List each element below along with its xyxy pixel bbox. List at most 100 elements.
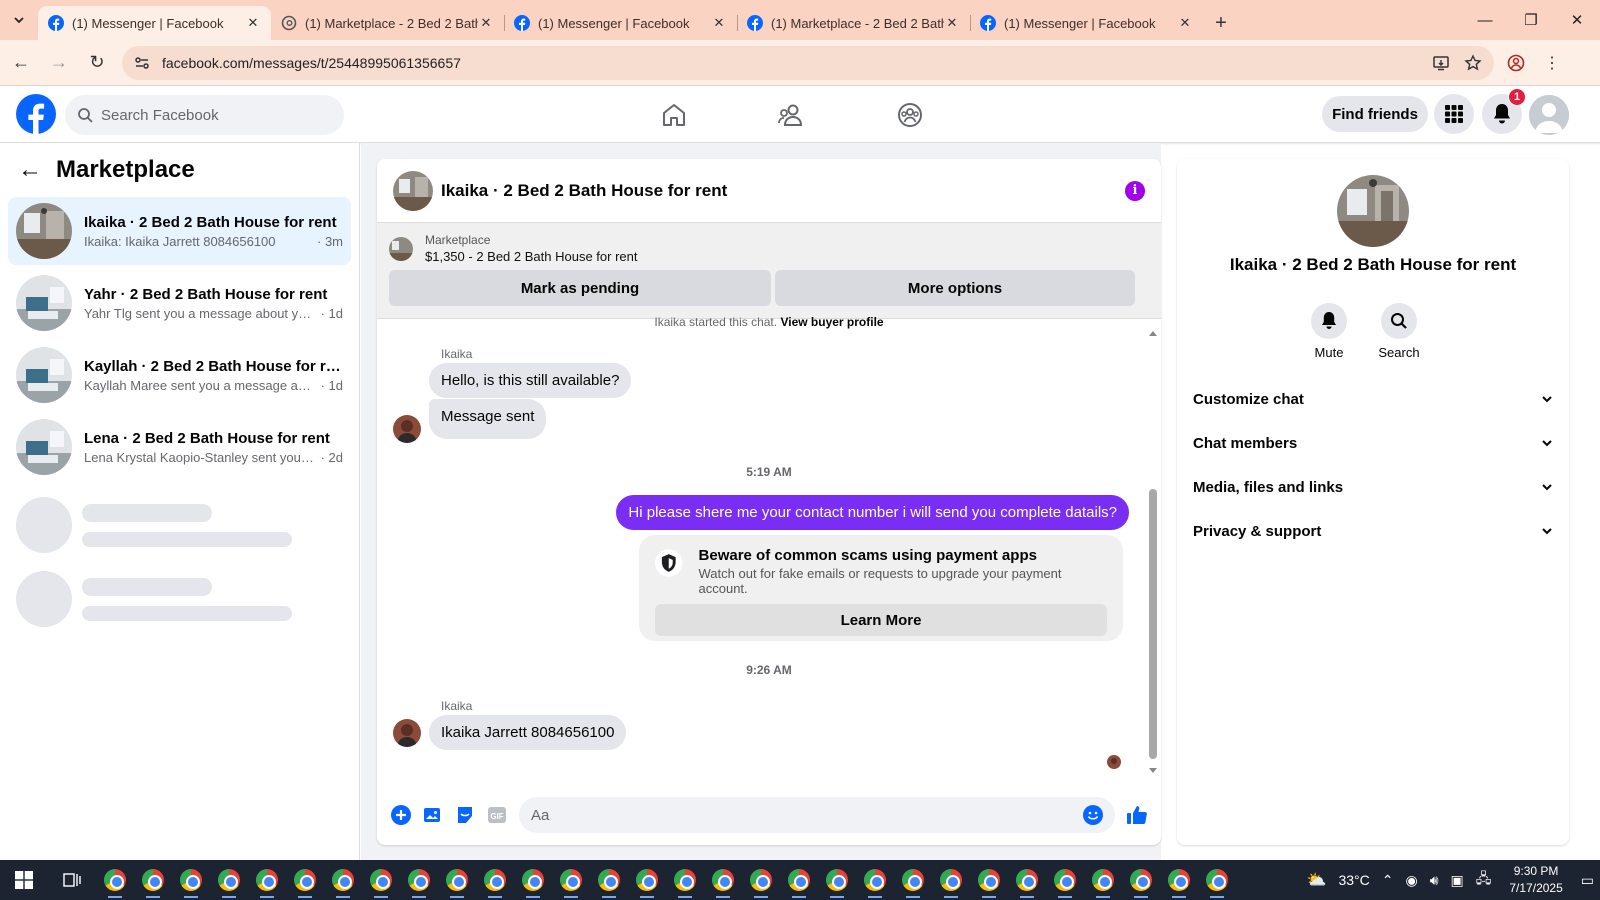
plus-circle-icon[interactable]: [385, 797, 417, 833]
chat-scrollbar[interactable]: [1149, 329, 1157, 775]
taskbar-chrome-window[interactable]: [438, 860, 476, 900]
taskbar-chrome-window[interactable]: [1084, 860, 1122, 900]
conversation-item[interactable]: Lena · 2 Bed 2 Bath House for rent Lena …: [8, 413, 351, 481]
chat-avatar[interactable]: [393, 170, 433, 211]
address-bar[interactable]: facebook.com/messages/t/2544899506135665…: [122, 45, 1494, 80]
close-tab-icon[interactable]: ✕: [944, 15, 960, 31]
taskbar-chrome-window[interactable]: [514, 860, 552, 900]
task-view-button[interactable]: [48, 860, 96, 900]
mark-as-pending-button[interactable]: Mark as pending: [389, 270, 771, 306]
taskbar-chrome-window[interactable]: [1198, 860, 1236, 900]
sender-avatar[interactable]: [393, 415, 421, 443]
install-app-icon[interactable]: [1432, 54, 1450, 72]
account-avatar[interactable]: [1529, 95, 1569, 135]
message-input[interactable]: Aa: [519, 797, 1115, 833]
sticker-icon[interactable]: [449, 797, 481, 833]
more-options-button[interactable]: More options: [775, 270, 1135, 306]
taskbar-chrome-window[interactable]: [134, 860, 172, 900]
listing-title[interactable]: $1,350 - 2 Bed 2 Bath House for rent: [425, 249, 637, 264]
gif-icon[interactable]: GIF: [481, 797, 513, 833]
network-icon[interactable]: 🖧︎: [1470, 868, 1498, 892]
browser-tab[interactable]: (1) Marketplace - 2 Bed 2 Bath Ho ✕: [271, 6, 504, 40]
volume-icon[interactable]: 🔊︎: [1424, 872, 1445, 889]
nav-friends[interactable]: [762, 86, 822, 143]
close-tab-icon[interactable]: ✕: [245, 15, 261, 31]
browser-menu-icon[interactable]: ⋮: [1534, 46, 1570, 80]
media-files-links-section[interactable]: Media, files and links: [1193, 465, 1553, 509]
taskbar-chrome-window[interactable]: [628, 860, 666, 900]
show-hidden-icons-icon[interactable]: ⌃: [1376, 872, 1400, 889]
taskbar-chrome-window[interactable]: [552, 860, 590, 900]
scroll-down-arrow-icon[interactable]: [1149, 767, 1157, 775]
taskbar-chrome-window[interactable]: [970, 860, 1008, 900]
taskbar-chrome-window[interactable]: [780, 860, 818, 900]
browser-tab[interactable]: (1) Marketplace - 2 Bed 2 Bath Ho ✕: [737, 6, 970, 40]
nav-groups[interactable]: [880, 86, 940, 143]
tab-search-button[interactable]: [0, 0, 38, 40]
start-button[interactable]: [0, 860, 48, 900]
close-tab-icon[interactable]: ✕: [711, 15, 727, 31]
record-icon[interactable]: ◉: [1399, 872, 1423, 889]
conversation-item[interactable]: Yahr · 2 Bed 2 Bath House for rent Yahr …: [8, 269, 351, 337]
notification-center-icon[interactable]: ▭: [1575, 872, 1600, 889]
taskbar-chrome-window[interactable]: [742, 860, 780, 900]
taskbar-chrome-window[interactable]: [324, 860, 362, 900]
bookmark-star-icon[interactable]: [1464, 53, 1482, 72]
conversation-item[interactable]: Ikaika · 2 Bed 2 Bath House for rent Ika…: [8, 197, 351, 265]
taskbar-chrome-window[interactable]: [818, 860, 856, 900]
camera-icon[interactable]: ▣: [1445, 872, 1470, 889]
weather-icon[interactable]: ⛅: [1301, 870, 1333, 890]
scrollbar-thumb[interactable]: [1149, 489, 1157, 759]
close-tab-icon[interactable]: ✕: [1177, 15, 1193, 31]
privacy-support-section[interactable]: Privacy & support: [1193, 509, 1553, 553]
message-bubble[interactable]: Hello, is this still available?: [429, 363, 632, 398]
facebook-search-input[interactable]: Search Facebook: [65, 95, 344, 135]
forward-arrow-icon[interactable]: →: [42, 46, 76, 80]
menu-button[interactable]: [1434, 94, 1474, 134]
search-in-chat-button[interactable]: Search: [1364, 303, 1434, 360]
browser-tab[interactable]: (1) Messenger | Facebook ✕: [970, 6, 1203, 40]
taskbar-chrome-window[interactable]: [286, 860, 324, 900]
customize-chat-section[interactable]: Customize chat: [1193, 377, 1553, 421]
temperature[interactable]: 33°C: [1332, 872, 1375, 888]
clock[interactable]: 9:30 PM 7/17/2025: [1497, 863, 1574, 897]
chat-profile-photo[interactable]: [1337, 175, 1409, 247]
taskbar-chrome-window[interactable]: [400, 860, 438, 900]
restore-icon[interactable]: ❐: [1508, 0, 1554, 40]
minimize-icon[interactable]: —: [1462, 0, 1508, 40]
back-arrow-icon[interactable]: ←: [18, 156, 42, 184]
taskbar-chrome-window[interactable]: [476, 860, 514, 900]
taskbar-chrome-window[interactable]: [1122, 860, 1160, 900]
facebook-logo-icon[interactable]: [16, 94, 56, 134]
taskbar-chrome-window[interactable]: [362, 860, 400, 900]
learn-more-button[interactable]: Learn More: [655, 604, 1107, 636]
taskbar-chrome-window[interactable]: [666, 860, 704, 900]
my-message-bubble[interactable]: Hi please shere me your contact number i…: [616, 495, 1129, 530]
chat-title[interactable]: Ikaika · 2 Bed 2 Bath House for rent: [441, 181, 1125, 201]
taskbar-chrome-window[interactable]: [1046, 860, 1084, 900]
taskbar-chrome-window[interactable]: [172, 860, 210, 900]
browser-tab[interactable]: (1) Messenger | Facebook ✕: [504, 6, 737, 40]
taskbar-chrome-window[interactable]: [590, 860, 628, 900]
emoji-icon[interactable]: [1083, 805, 1103, 825]
scroll-up-arrow-icon[interactable]: [1149, 329, 1157, 337]
taskbar-chrome-window[interactable]: [1160, 860, 1198, 900]
taskbar-chrome-window[interactable]: [210, 860, 248, 900]
nav-home[interactable]: [644, 86, 704, 143]
view-buyer-profile-link[interactable]: View buyer profile: [780, 315, 883, 329]
taskbar-chrome-window[interactable]: [894, 860, 932, 900]
taskbar-chrome-window[interactable]: [96, 860, 134, 900]
like-thumbs-up-icon[interactable]: [1121, 797, 1153, 833]
profile-icon[interactable]: [1498, 46, 1534, 80]
conversation-item[interactable]: Kayllah · 2 Bed 2 Bath House for rent Ka…: [8, 341, 351, 409]
chat-members-section[interactable]: Chat members: [1193, 421, 1553, 465]
taskbar-chrome-window[interactable]: [704, 860, 742, 900]
message-bubble[interactable]: Ikaika Jarrett 8084656100: [429, 715, 627, 750]
back-arrow-icon[interactable]: ←: [4, 46, 38, 80]
find-friends-button[interactable]: Find friends: [1322, 96, 1428, 132]
close-tab-icon[interactable]: ✕: [478, 15, 494, 31]
mute-button[interactable]: Mute: [1294, 303, 1364, 360]
taskbar-chrome-window[interactable]: [856, 860, 894, 900]
photo-icon[interactable]: [417, 797, 449, 833]
message-bubble[interactable]: Message sent: [429, 399, 547, 439]
